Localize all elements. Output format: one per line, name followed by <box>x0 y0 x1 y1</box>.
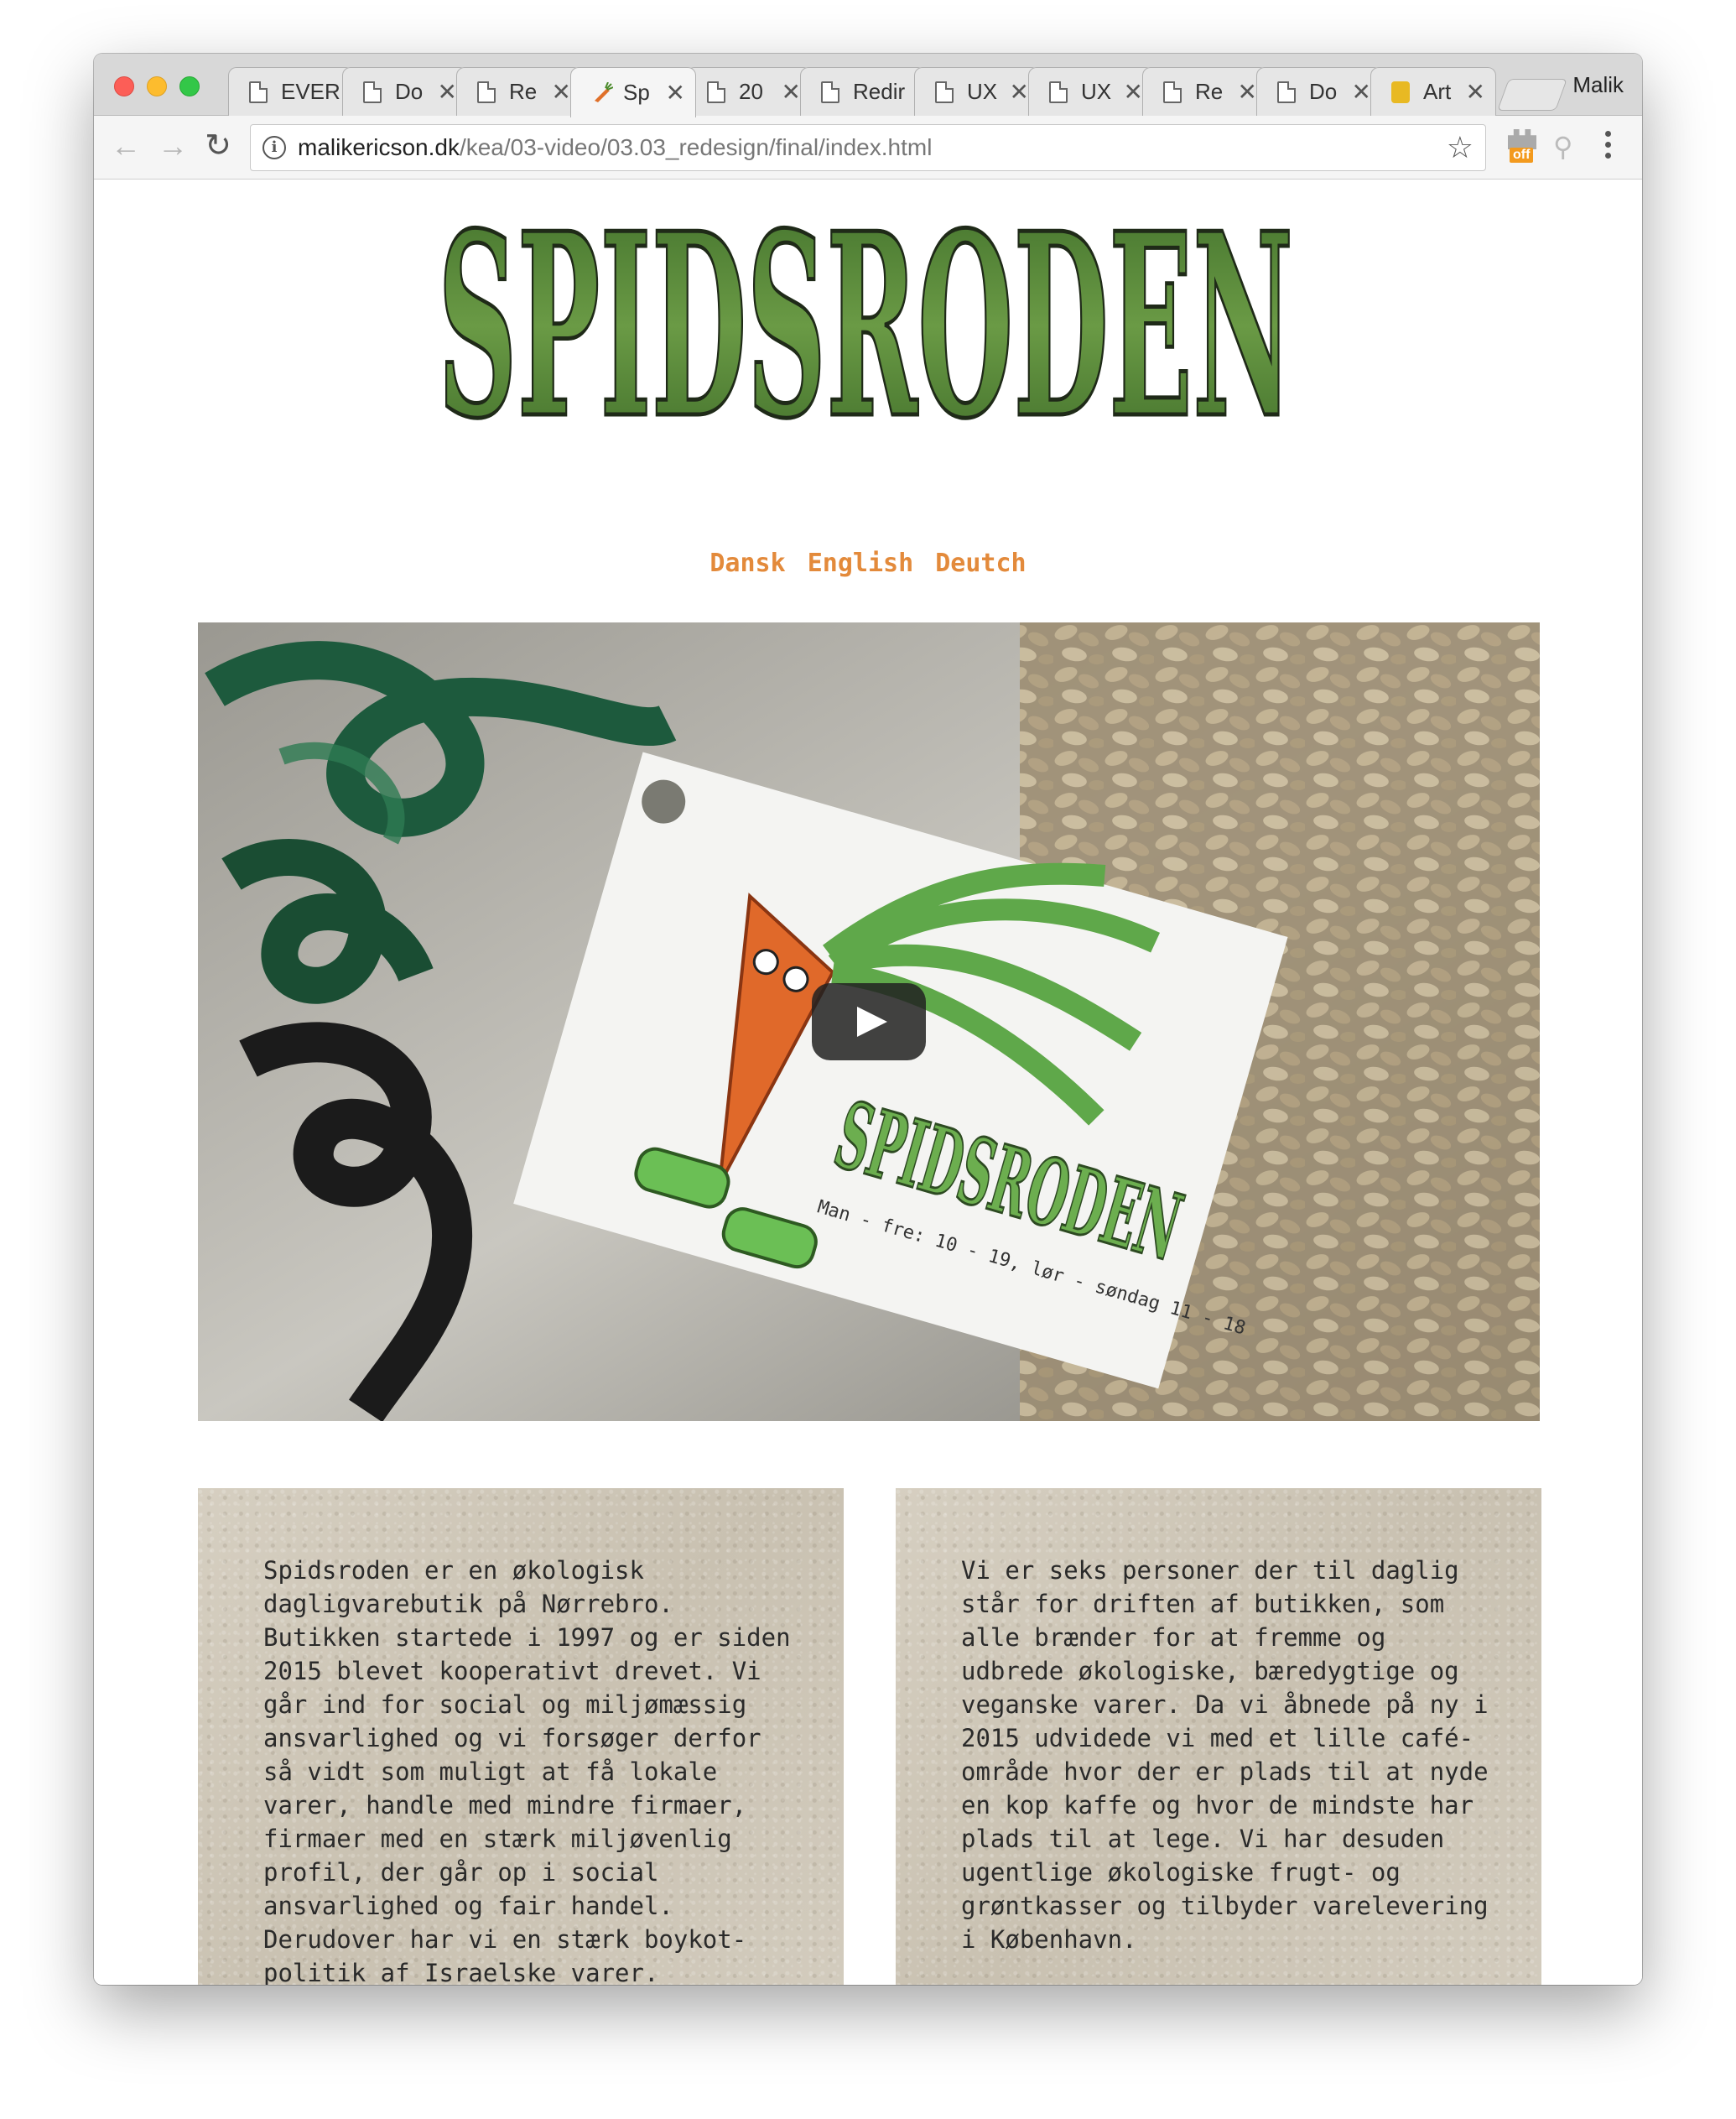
document-icon <box>935 81 954 103</box>
browser-toolbar: ← → ↻ i malikericson.dk/kea/03-video/03.… <box>94 116 1642 180</box>
info-icon[interactable]: i <box>262 136 286 159</box>
about-card-left: Spidsroden er en økologisk dagligvarebut… <box>198 1488 844 1985</box>
extension-badge: off <box>1510 148 1534 163</box>
tab-title: Do <box>1309 79 1338 104</box>
carrot-icon <box>591 81 614 104</box>
maximize-window-button[interactable] <box>179 76 200 96</box>
close-tab-icon[interactable]: ✕ <box>1352 78 1371 106</box>
play-button[interactable] <box>812 983 926 1060</box>
close-tab-icon[interactable]: ✕ <box>1010 78 1029 106</box>
browser-tab[interactable]: UX ✕ <box>1028 67 1154 116</box>
browser-tab-active[interactable]: Sp ✕ <box>570 67 696 117</box>
tab-strip: EVER Do ✕ Re ✕ Sp ✕ 20 ✕ Redir UX ✕ UX ✕… <box>94 54 1642 117</box>
back-arrow-icon[interactable]: ← <box>107 128 144 164</box>
close-tab-icon[interactable]: ✕ <box>552 78 571 106</box>
url-host: malikericson.dk <box>298 134 460 160</box>
document-icon <box>1163 81 1182 103</box>
about-text-right: Vi er seks personer der til daglig står … <box>961 1556 1489 1954</box>
close-tab-icon[interactable]: ✕ <box>1124 78 1143 106</box>
tab-title: UX <box>1081 79 1112 104</box>
tab-title: Re <box>1195 79 1224 104</box>
address-bar[interactable]: i malikericson.dk/kea/03-video/03.03_red… <box>250 124 1486 171</box>
close-tab-icon[interactable]: ✕ <box>782 78 801 106</box>
web-page: SPIDSRODEN Dansk English Deutch Man - fr… <box>94 180 1642 1985</box>
lang-deutch-link[interactable]: Deutch <box>935 549 1026 578</box>
forward-arrow-icon[interactable]: → <box>154 128 191 164</box>
lang-dansk-link[interactable]: Dansk <box>709 549 785 578</box>
document-icon <box>1277 81 1296 103</box>
document-icon <box>477 81 496 103</box>
tab-title: Art <box>1423 79 1452 104</box>
browser-tab[interactable]: Re ✕ <box>1142 67 1268 116</box>
close-tab-icon[interactable]: ✕ <box>666 79 685 107</box>
url-path: /kea/03-video/03.03_redesign/final/index… <box>459 134 933 160</box>
tab-title: Redir <box>853 79 906 104</box>
about-card-right: Vi er seks personer der til daglig står … <box>896 1488 1541 1985</box>
document-icon <box>821 81 839 103</box>
document-icon <box>249 81 268 103</box>
minimize-window-button[interactable] <box>147 76 167 96</box>
gold-icon <box>1391 81 1410 103</box>
browser-tab[interactable]: EVER <box>228 67 354 116</box>
browser-tab[interactable]: Art ✕ <box>1370 67 1496 116</box>
tab-title: 20 <box>739 79 763 104</box>
close-window-button[interactable] <box>114 76 134 96</box>
language-switch: Dansk English Deutch <box>94 549 1642 578</box>
browser-tab[interactable]: Re ✕ <box>456 67 582 116</box>
document-icon <box>707 81 725 103</box>
close-tab-icon[interactable]: ✕ <box>438 78 457 106</box>
tab-title: Sp <box>623 80 650 105</box>
new-tab-button[interactable] <box>1497 79 1567 111</box>
browser-tab[interactable]: Redir <box>800 67 926 116</box>
browser-tab[interactable]: 20 ✕ <box>686 67 812 116</box>
menu-dots-icon[interactable] <box>1603 131 1612 164</box>
document-icon <box>363 81 382 103</box>
video-player[interactable]: SPIDSRODEN Man - fre: 10 - 19, lør - søn… <box>198 622 1540 1421</box>
tab-title: Do <box>395 79 424 104</box>
close-tab-icon[interactable]: ✕ <box>1466 78 1485 106</box>
document-icon <box>1049 81 1068 103</box>
browser-window: EVER Do ✕ Re ✕ Sp ✕ 20 ✕ Redir UX ✕ UX ✕… <box>94 54 1642 1985</box>
tab-title: EVER <box>281 79 340 104</box>
browser-tab[interactable]: Do ✕ <box>1256 67 1382 116</box>
close-tab-icon[interactable]: ✕ <box>1238 78 1257 106</box>
extension-castle-icon[interactable]: off <box>1508 129 1536 164</box>
extension-search-icon[interactable]: ⚲ <box>1553 131 1572 163</box>
tab-title: Re <box>509 79 538 104</box>
lang-english-link[interactable]: English <box>808 549 913 578</box>
browser-tab[interactable]: Do ✕ <box>342 67 468 116</box>
site-logo[interactable]: SPIDSRODEN <box>421 180 1310 482</box>
profile-name[interactable]: Malik <box>1572 72 1624 98</box>
reload-icon[interactable]: ↻ <box>200 128 236 164</box>
browser-tab[interactable]: UX ✕ <box>914 67 1040 116</box>
logo-text: SPIDSRODEN <box>438 205 1293 474</box>
about-text-left: Spidsroden er en økologisk dagligvarebut… <box>263 1556 791 1985</box>
tab-title: UX <box>967 79 998 104</box>
bookmark-star-icon[interactable]: ☆ <box>1447 130 1474 165</box>
